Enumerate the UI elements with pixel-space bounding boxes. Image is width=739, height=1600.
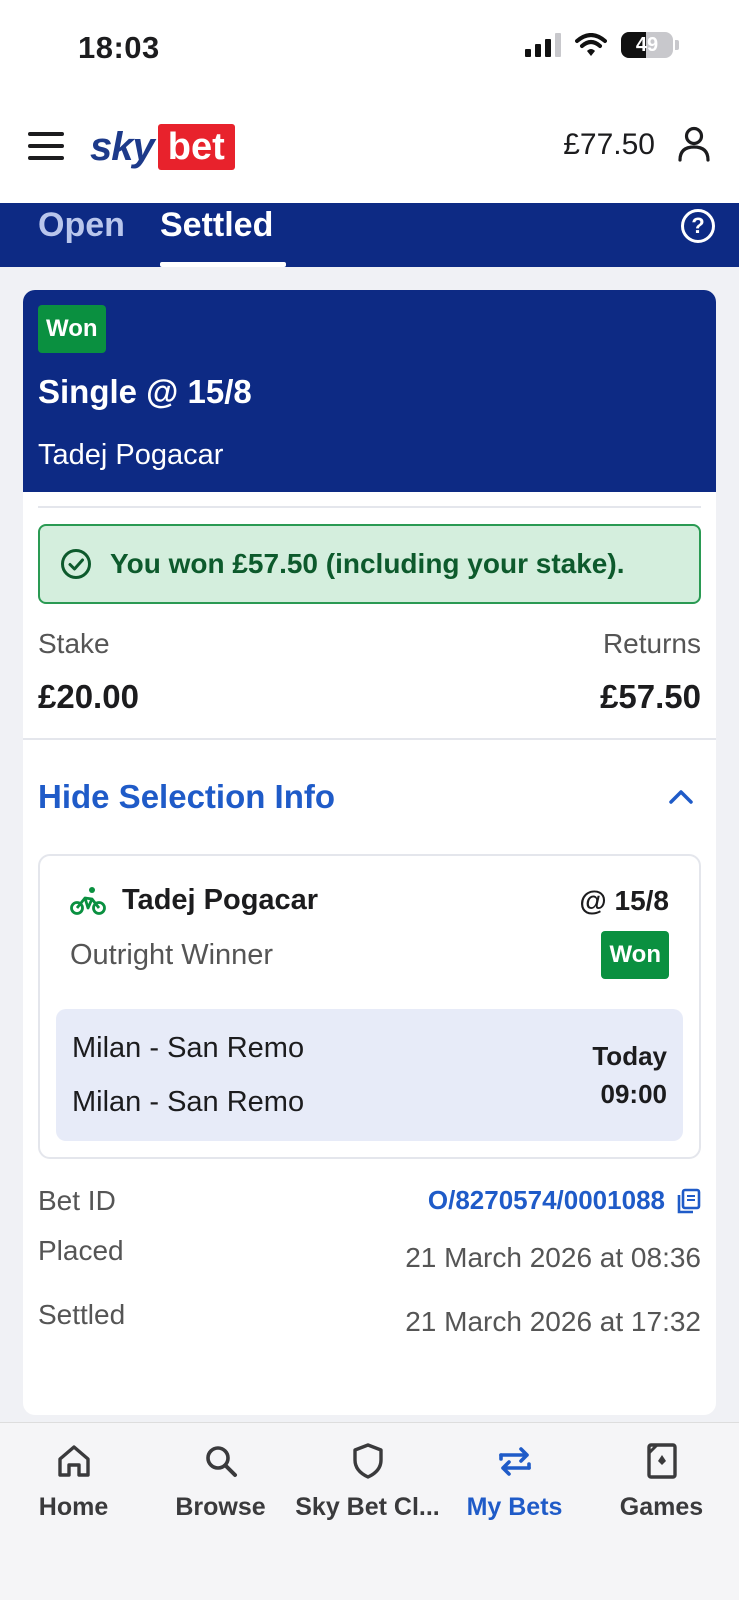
settled-value: 21 March 2026 at 17:32	[405, 1306, 701, 1337]
tab-settled[interactable]: Settled	[160, 203, 273, 267]
selection-market: Outright Winner	[70, 938, 274, 971]
divider	[38, 506, 701, 508]
placed-label: Placed	[38, 1235, 124, 1266]
settled-label: Settled	[38, 1299, 126, 1330]
home-icon	[57, 1445, 90, 1477]
swap-arrows-icon	[498, 1447, 531, 1476]
returns-label: Returns	[602, 628, 701, 659]
bottom-nav: Home Browse Sky Bet Cl... My Bets Games	[0, 1422, 739, 1600]
battery-level: 49	[635, 33, 659, 56]
status-icons: 49	[525, 32, 679, 58]
selection-box: Tadej Pogacar @ 15/8 Outright Winner Won…	[38, 854, 701, 1159]
app-header: sky bet £77.50	[0, 100, 739, 203]
account-balance[interactable]: £77.50	[563, 128, 655, 162]
battery-indicator: 49	[621, 32, 673, 58]
status-bar: 18:03 49	[0, 0, 739, 100]
nav-home[interactable]: Home	[0, 1441, 147, 1522]
bet-id[interactable]: O/8270574/0001088	[428, 1185, 701, 1216]
bet-title: Single @ 15/8	[38, 373, 252, 410]
help-icon[interactable]: ?	[681, 209, 715, 243]
status-badge: Won	[38, 305, 106, 353]
event-time: 09:00	[600, 1079, 668, 1109]
placed-value: 21 March 2026 at 08:36	[405, 1242, 701, 1273]
nav-sky-bet-club[interactable]: Sky Bet Cl...	[294, 1441, 441, 1522]
account-icon[interactable]	[677, 126, 711, 162]
stake-value: £20.00	[38, 678, 139, 715]
stake-returns-row: Stake £20.00 Returns £57.50	[38, 628, 701, 716]
status-time: 18:03	[78, 30, 160, 65]
wifi-icon	[575, 33, 607, 56]
event-name: Milan - San Remo	[72, 1032, 305, 1064]
win-banner: You won £57.50 (including your stake).	[38, 524, 701, 604]
copy-icon[interactable]	[675, 1188, 701, 1214]
nav-my-bets[interactable]: My Bets	[441, 1441, 588, 1522]
menu-icon[interactable]	[28, 132, 64, 162]
selection-name: Tadej Pogacar	[122, 884, 319, 916]
check-circle-icon	[61, 549, 91, 579]
win-message: You won £57.50 (including your stake).	[110, 548, 625, 579]
selection-odds: @ 15/8	[579, 884, 669, 916]
event-info[interactable]: Milan - San Remo Milan - San Remo Today …	[56, 1009, 683, 1141]
bets-tab-bar: Open Settled ?	[0, 203, 739, 267]
card-icon	[646, 1443, 677, 1479]
bet-card-header: Won Single @ 15/8 Tadej Pogacar	[23, 290, 716, 492]
skybet-logo[interactable]: sky bet	[90, 124, 235, 170]
nav-games[interactable]: Games	[588, 1441, 735, 1522]
search-icon	[205, 1446, 237, 1477]
cycling-icon	[70, 886, 106, 915]
selection-info-toggle[interactable]: Hide Selection Info	[38, 778, 701, 816]
active-tab-indicator	[160, 262, 286, 267]
selection-status-badge: Won	[601, 931, 669, 979]
stake-label: Stake	[38, 628, 110, 659]
event-name: Milan - San Remo	[72, 1086, 305, 1118]
shield-icon	[352, 1443, 383, 1479]
signal-icon	[525, 33, 561, 57]
tab-open[interactable]: Open	[38, 203, 125, 267]
divider	[23, 738, 716, 740]
bet-id-label: Bet ID	[38, 1185, 116, 1216]
bet-id-value: O/8270574/0001088	[427, 1185, 665, 1215]
event-day: Today	[592, 1041, 667, 1071]
nav-browse[interactable]: Browse	[147, 1441, 294, 1522]
bet-card: Won Single @ 15/8 Tadej Pogacar You won …	[23, 290, 716, 1415]
returns-value: £57.50	[600, 678, 701, 715]
selection-info-toggle-label: Hide Selection Info	[38, 778, 336, 815]
bet-meta: Bet ID O/8270574/0001088 Placed 21 March…	[38, 1185, 701, 1345]
bet-subtitle: Tadej Pogacar	[38, 439, 224, 471]
chevron-up-icon	[669, 790, 693, 804]
